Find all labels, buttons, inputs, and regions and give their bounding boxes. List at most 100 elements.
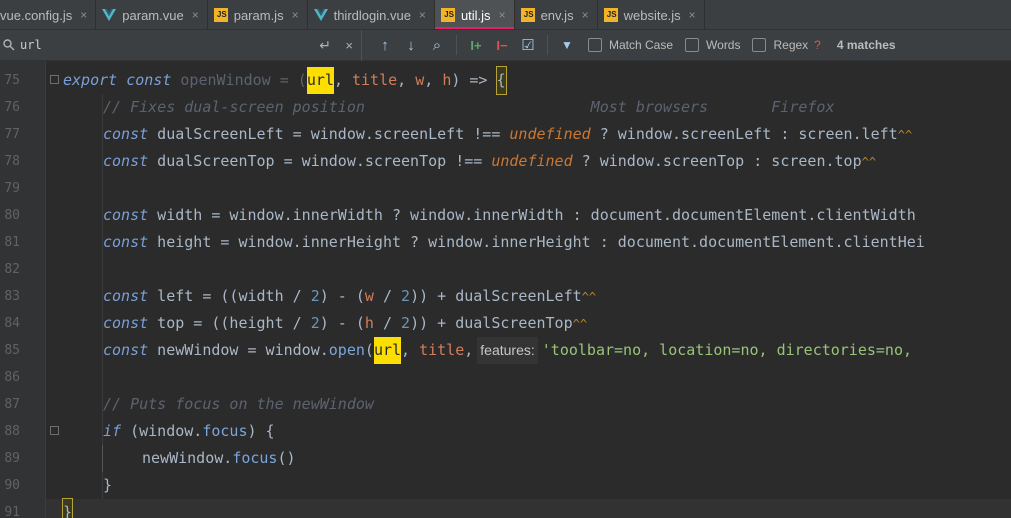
close-icon[interactable]: × <box>499 8 506 22</box>
code-line-88: if (window.focus) { <box>103 418 275 445</box>
search-icon[interactable] <box>2 38 16 52</box>
code-line-84: const top = ((height / 2) - (h / 2)) + d… <box>103 310 587 337</box>
code-text: top = ((height / <box>148 314 311 332</box>
tab-label: vue.config.js <box>0 7 73 23</box>
param: title <box>352 71 398 89</box>
code-text: () <box>277 449 296 467</box>
code-line-76: // Fixes dual-screen position Most brows… <box>103 94 835 121</box>
string: 'toolbar=no, location=no, directories=no… <box>541 341 913 359</box>
punct: , <box>424 71 443 89</box>
line-number: 82 <box>4 262 20 277</box>
tab-label: param.js <box>233 7 284 23</box>
method: focus <box>202 422 248 440</box>
keyword: const <box>103 152 149 170</box>
line-number: 91 <box>4 505 20 518</box>
search-match: url <box>306 67 334 94</box>
code-line-90: } <box>103 472 112 499</box>
match-case-checkbox[interactable] <box>588 38 602 52</box>
param: w <box>415 71 425 89</box>
comment: // Fixes dual-screen position Most brows… <box>103 98 835 116</box>
keyword: const <box>103 314 149 332</box>
line-number: 86 <box>4 370 20 385</box>
close-icon[interactable]: × <box>419 8 426 22</box>
tab-param-js[interactable]: JS param.js × <box>208 0 308 29</box>
clear-search-icon[interactable]: × <box>345 38 353 53</box>
words-option[interactable]: Words <box>685 38 740 52</box>
fold-marker-icon[interactable] <box>50 75 59 84</box>
regex-help-icon[interactable]: ? <box>814 38 821 52</box>
regex-checkbox[interactable] <box>752 38 767 52</box>
match-case-label: Match Case <box>609 38 674 52</box>
close-icon[interactable]: × <box>80 8 87 22</box>
line-number: 85 <box>4 343 20 358</box>
line-number: 77 <box>4 127 20 142</box>
tab-param-vue[interactable]: param.vue × <box>96 0 208 29</box>
select-all-occurrences-button[interactable]: ☑ <box>515 33 541 57</box>
js-file-icon: JS <box>440 8 455 22</box>
code-line-91: } <box>61 498 74 518</box>
code-editor[interactable]: 75 76 77 78 79 80 81 82 83 84 85 86 87 8… <box>0 61 1011 518</box>
words-checkbox[interactable] <box>685 38 700 52</box>
code-text: ? window.screenTop : screen.top <box>572 152 862 170</box>
number: 2 <box>310 287 320 305</box>
line-number: 79 <box>4 181 20 196</box>
code-text: ) - ( <box>319 287 365 305</box>
search-match: url <box>373 337 402 364</box>
line-number: 89 <box>4 451 20 466</box>
keyword: const <box>103 341 149 359</box>
new-line-icon[interactable]: ↵ <box>319 37 331 54</box>
param: h <box>364 314 374 332</box>
tab-vue-config-js[interactable]: vue.config.js × <box>0 0 97 29</box>
tab-util-js[interactable]: JS util.js × <box>434 0 515 29</box>
brace: } <box>103 476 113 494</box>
code-text: (window. <box>121 422 203 440</box>
regex-option[interactable]: Regex <box>752 38 808 52</box>
close-icon[interactable]: × <box>689 8 696 22</box>
js-file-icon: JS <box>520 8 535 22</box>
code-text: )) + dualScreenTop <box>410 314 573 332</box>
next-occurrence-button[interactable]: ↓ <box>398 33 424 57</box>
code-line-83: const left = ((width / 2) - (w / 2)) + d… <box>103 283 596 310</box>
warning-squiggle: ^^ <box>861 155 877 169</box>
remove-selection-button[interactable]: I− <box>489 33 515 57</box>
tab-thirdlogin-vue[interactable]: thirdlogin.vue × <box>308 0 435 29</box>
keyword: const <box>103 125 149 143</box>
tab-website-js[interactable]: JS website.js × <box>598 0 705 29</box>
previous-occurrence-button[interactable]: ↑ <box>372 33 398 57</box>
code-text: dualScreenTop = window.screenTop !== <box>148 152 492 170</box>
close-icon[interactable]: × <box>192 8 199 22</box>
close-icon[interactable]: × <box>582 8 589 22</box>
search-input[interactable] <box>20 34 310 56</box>
vue-file-icon <box>102 9 117 21</box>
code-line-78: const dualScreenTop = window.screenTop !… <box>103 148 876 175</box>
code-line-75: export const openWindow = (url, title, w… <box>63 66 507 95</box>
js-file-icon: JS <box>603 8 618 22</box>
keyword-undefined: undefined <box>509 125 591 143</box>
method: focus <box>232 449 278 467</box>
tab-env-js[interactable]: JS env.js × <box>515 0 598 29</box>
line-number: 80 <box>4 208 20 223</box>
brace: } <box>61 498 74 518</box>
fold-marker-icon[interactable] <box>50 426 59 435</box>
code-text: ? window.screenLeft : screen.left <box>590 125 898 143</box>
js-file-icon: JS <box>213 8 228 22</box>
code-line-85: const newWindow = window.open(url, title… <box>103 337 912 364</box>
code-text: , <box>401 341 420 359</box>
filter-icon[interactable]: ▼ <box>554 33 580 57</box>
find-bar: ↵ × ↑ ↓ ⌕ I+ I− ☑ ▼ Match Case Words Reg… <box>0 29 1011 61</box>
close-icon[interactable]: × <box>292 8 299 22</box>
code-text: ) { <box>247 422 275 440</box>
match-count: 4 matches <box>836 38 896 52</box>
find-in-file-icon[interactable]: ⌕ <box>424 33 450 57</box>
warning-squiggle: ^^ <box>581 290 597 304</box>
words-label: Words <box>706 38 741 52</box>
match-case-option[interactable]: Match Case <box>588 38 673 52</box>
regex-label: Regex <box>773 38 809 52</box>
identifier: openWindow <box>180 71 271 89</box>
keyword-undefined: undefined <box>491 152 573 170</box>
add-selection-button[interactable]: I+ <box>463 33 489 57</box>
keyword: const <box>103 233 149 251</box>
line-number: 88 <box>4 424 20 439</box>
tab-label: param.vue <box>122 7 184 23</box>
tab-label: env.js <box>540 7 574 23</box>
